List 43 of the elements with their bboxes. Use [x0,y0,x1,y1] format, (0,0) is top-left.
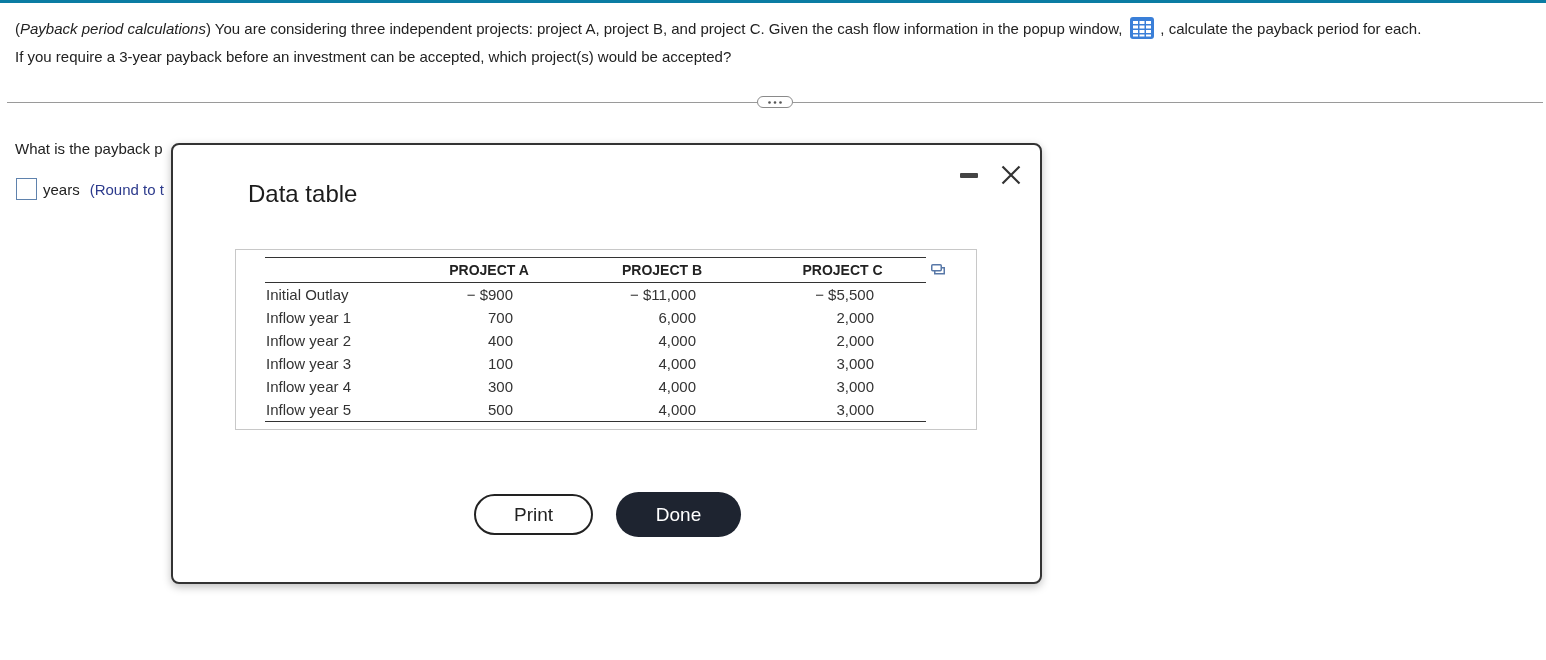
column-header: PROJECT B [565,257,759,283]
table-cell-text: 4,000 [657,377,697,397]
row-label: Inflow year 4 [265,377,353,397]
table-cell: 4,000 [565,398,759,422]
answer-box[interactable] [16,178,37,200]
table-cell: − $5,500 [759,282,926,306]
table-cell-text: 2,000 [835,331,875,351]
rounding-hint: (Round to t [89,180,164,198]
dialog-title: Data table [248,180,358,208]
question-text: (Payback period calculations) You are considering three independent projects: project A, project B, and project C. Given the cash flow information in the popup window, [15,20,1123,37]
outlined-button[interactable]: Print [474,494,593,535]
more-button[interactable] [757,96,793,108]
table-cell-text: 100 [486,354,514,374]
row-label: Inflow year 5 [265,398,413,422]
column-header: PROJECT A [413,257,565,283]
question-text: If you require a 3-year payback before an investment can be accepted, which project(s) would be accepted? [15,47,732,67]
row-label: Initial Outlay [265,282,413,306]
filled-button[interactable]: Done [616,492,741,537]
table-cell: − $900 [413,282,565,306]
table-cell: − $11,000 [565,282,759,306]
table-cell-text: 4,000 [657,331,697,351]
table-cell-text: 400 [486,331,514,351]
row-label: Inflow year 3 [265,354,353,374]
row-label: Inflow year 2 [265,331,353,351]
table-cell: 3,000 [759,398,926,422]
question-prompt: What is the payback p [15,139,163,159]
table-cell: 500 [413,398,565,422]
row-label: Inflow year 1 [265,308,353,328]
table-icon[interactable] [1130,17,1155,39]
table-cell-text: 2,000 [835,308,875,328]
minimize-icon[interactable] [960,172,978,178]
unit-label: years [43,180,80,198]
table-cell-text: 700 [486,308,514,328]
table-cell-text: 4,000 [657,354,697,374]
close-icon[interactable] [1001,165,1021,185]
question-text: , calculate the payback period for each. [1160,20,1422,37]
table-cell-text: 300 [486,377,514,397]
ellipsis-icon [768,100,782,104]
table-cell-text: 3,000 [835,354,875,374]
copy-icon[interactable] [931,264,945,275]
column-header: PROJECT C [759,257,926,283]
table-cell-text: 3,000 [835,377,875,397]
table-cell-text: 6,000 [657,308,697,328]
